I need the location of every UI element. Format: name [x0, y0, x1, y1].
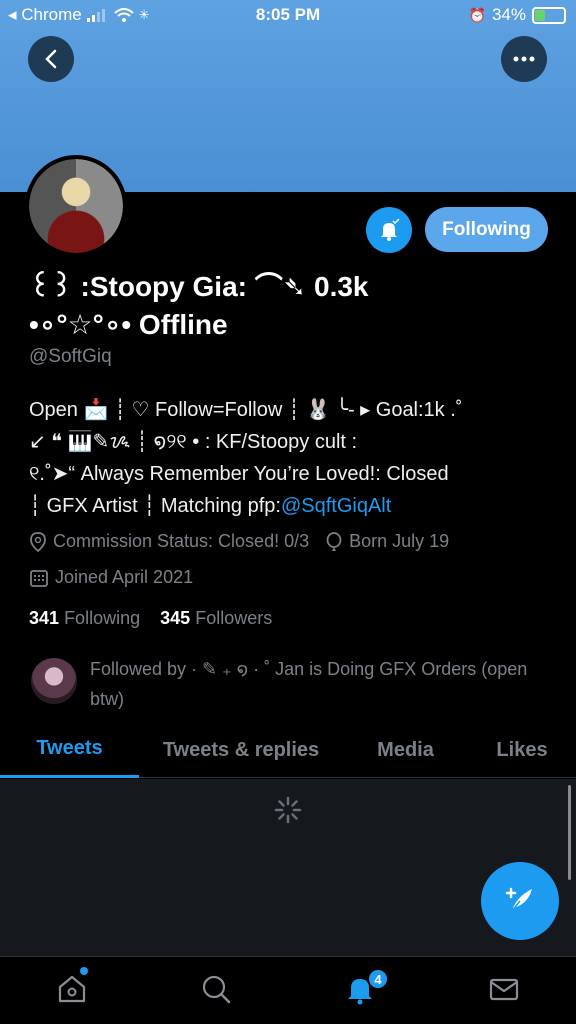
display-name-line1: ꒰꒱ :Stoopy Gia: ⌒➴ 0.3k	[29, 271, 369, 302]
followers-count-link[interactable]: 345 Followers	[160, 608, 272, 628]
display-name: ꒰꒱ :Stoopy Gia: ⌒➴ 0.3k •∘°☆°∘• Offline	[29, 268, 549, 344]
tab-media[interactable]: Media	[343, 722, 468, 778]
alt-account-link[interactable]: @SqftGiqAlt	[281, 495, 391, 517]
mutual-follower-avatar[interactable]	[31, 658, 77, 704]
birthday: Born July 19	[349, 531, 450, 551]
home-icon[interactable]	[56, 973, 88, 1005]
following-button[interactable]: Following	[425, 207, 548, 252]
compose-tweet-button[interactable]	[481, 862, 559, 940]
chevron-left-icon	[45, 49, 57, 69]
search-icon[interactable]	[200, 973, 232, 1005]
tab-tweets-replies[interactable]: Tweets & replies	[139, 722, 343, 778]
profile-tabs: Tweets Tweets & replies Media Likes	[0, 722, 576, 778]
joined-row: Joined April 2021	[29, 567, 193, 588]
joined-date: Joined April 2021	[55, 567, 194, 587]
status-bar: ◂ Chrome ✳ 8:05 PM ⏰ 34%	[0, 0, 576, 32]
feather-compose-icon	[505, 887, 532, 912]
balloon-icon	[326, 531, 342, 551]
bio-line: ୧.˚➤“ Always Remember You’re Loved!: Clo…	[29, 463, 449, 485]
home-new-indicator	[80, 967, 88, 975]
followed-by-text[interactable]: Followed by · ✎ ₊ ໑ · ˚ Jan is Doing GFX…	[90, 654, 550, 714]
location-pin-icon	[30, 531, 46, 552]
tab-likes[interactable]: Likes	[468, 722, 576, 778]
loading-spinner-icon	[274, 796, 302, 824]
battery-icon	[532, 6, 566, 24]
back-button[interactable]	[28, 36, 74, 82]
bio-line-prefix: ┆ GFX Artist ┆ Matching pfp:	[29, 495, 281, 517]
scrollbar[interactable]	[568, 785, 571, 880]
following-label: Following	[64, 608, 141, 628]
more-horizontal-icon	[513, 56, 535, 62]
bio-line: ┆ GFX Artist ┆ Matching pfp:@SqftGiqAlt	[29, 490, 559, 522]
mail-icon[interactable]	[488, 973, 520, 1005]
alarm-icon: ⏰	[468, 6, 486, 23]
tweet-feed[interactable]	[0, 779, 576, 956]
notifications-subscribe-button[interactable]	[366, 207, 412, 253]
bio-line: ↙ ❝ 🎹✎ᝰ ┊ ໑୨୧ • : KF/Stoopy cult :	[29, 431, 358, 453]
calendar-icon	[30, 569, 48, 587]
following-count: 341	[29, 608, 60, 628]
bell-plus-icon	[381, 218, 400, 241]
commission-status: Commission Status: Closed! 0/3	[53, 531, 310, 551]
bottom-navigation	[0, 956, 576, 1024]
following-count-link[interactable]: 341 Following	[29, 608, 145, 628]
display-name-line2: •∘°☆°∘• Offline	[29, 309, 228, 340]
followers-label: Followers	[195, 608, 273, 628]
notifications-badge: 4	[367, 968, 389, 990]
bio-line: Open 📩 ┊ ♡ Follow=Follow ┊ 🐰 ╰- ▸ Goal:1…	[29, 399, 463, 421]
profile-avatar[interactable]	[25, 155, 127, 257]
battery-percent: 34%	[491, 5, 526, 24]
profile-bio: Open 📩 ┊ ♡ Follow=Follow ┊ 🐰 ╰- ▸ Goal:1…	[29, 394, 559, 522]
tab-tweets[interactable]: Tweets	[0, 722, 139, 778]
followers-count: 345	[160, 608, 191, 628]
more-button[interactable]	[501, 36, 547, 82]
follow-counts: 341 Following 345 Followers	[29, 608, 272, 629]
user-handle: @SoftGiq	[29, 346, 112, 367]
profile-meta-row: Commission Status: Closed! 0/3 Born July…	[29, 531, 449, 552]
